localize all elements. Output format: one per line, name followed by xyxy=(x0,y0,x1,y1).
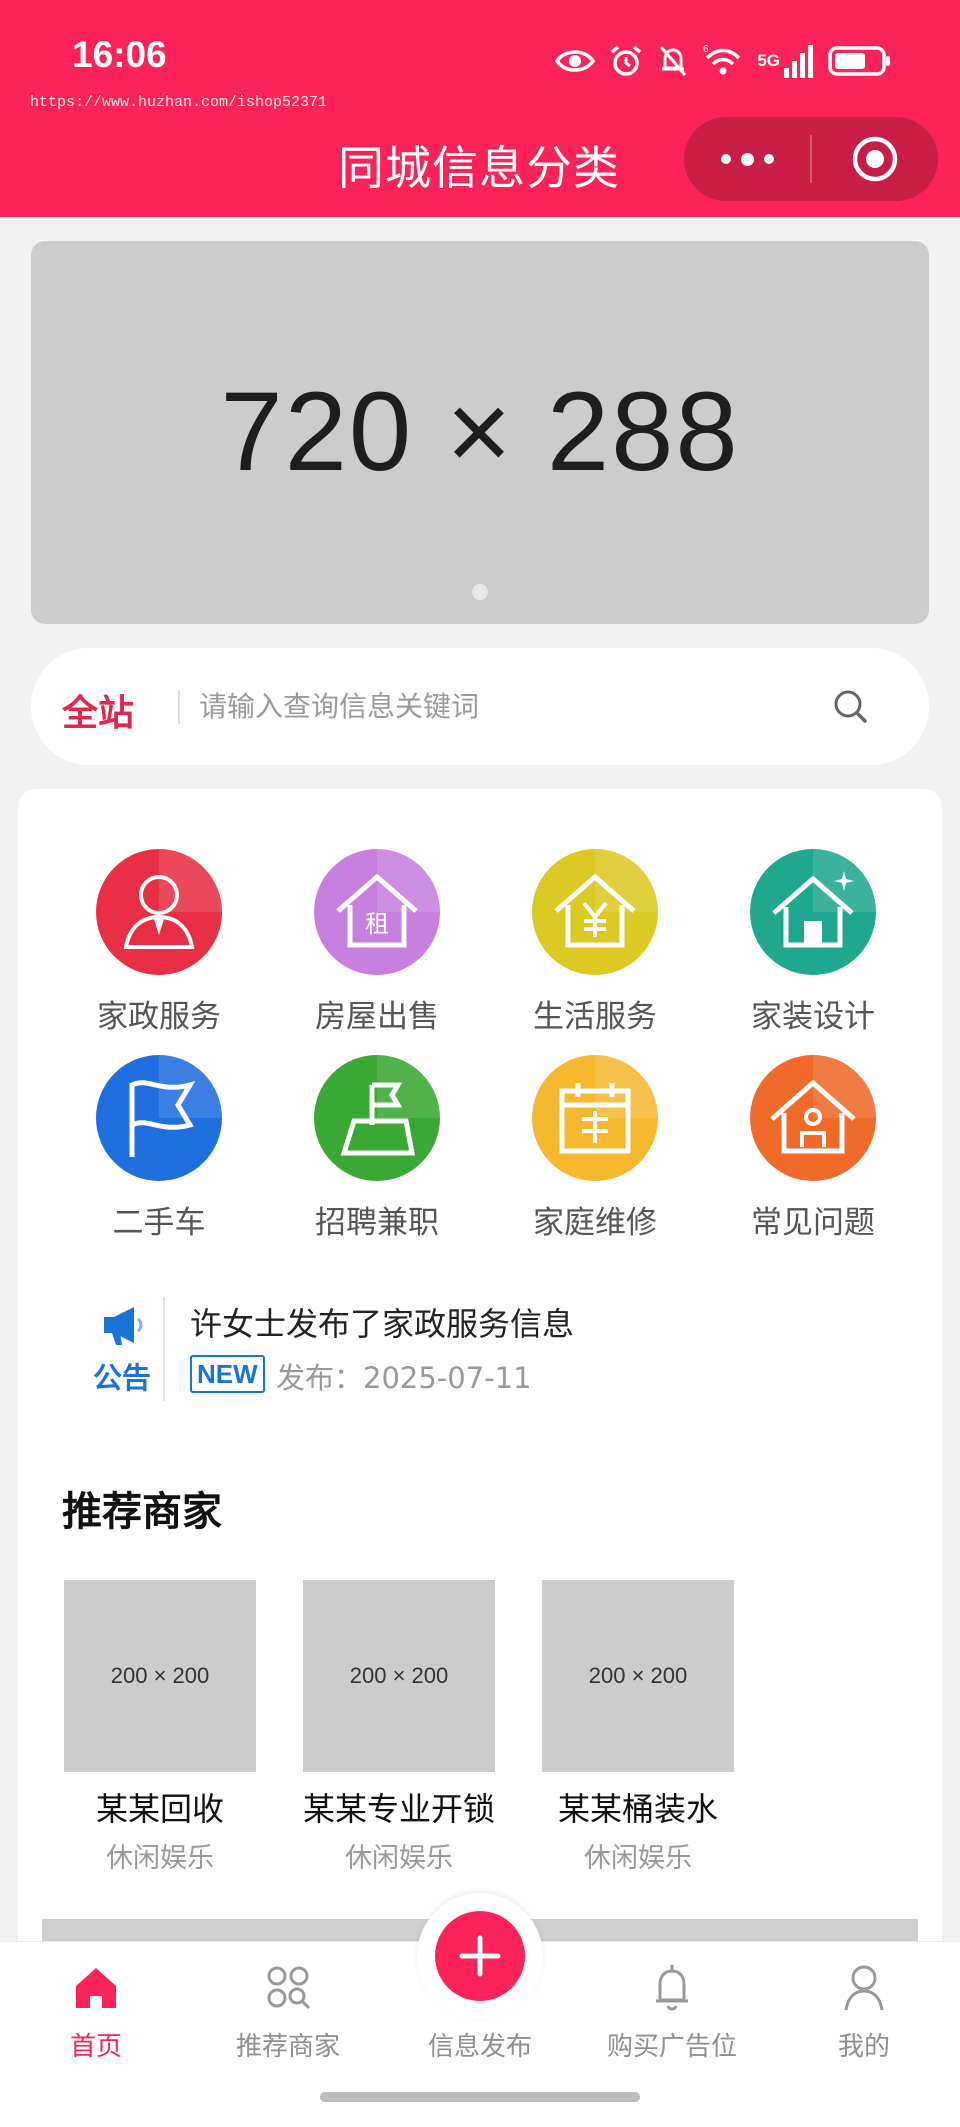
alarm-icon xyxy=(611,45,642,76)
eye-icon xyxy=(555,50,596,72)
category-label: 家庭维修 xyxy=(533,1205,657,1241)
search-icon[interactable] xyxy=(831,687,871,727)
notice-tag: 公告 xyxy=(92,1361,151,1395)
category-label: 招聘兼职 xyxy=(315,1205,439,1241)
yuan-house-icon xyxy=(532,849,658,975)
user-icon xyxy=(844,1965,884,2011)
url-watermark: https://www.huzhan.com/ishop52371 xyxy=(30,94,328,111)
category-label: 二手车 xyxy=(112,1205,206,1241)
merchant-category: 休闲娱乐 xyxy=(584,1843,692,1874)
search-scope[interactable]: 全站 xyxy=(62,684,134,736)
merchant-name: 某某专业开锁 xyxy=(302,1790,495,1828)
tab-label: 购买广告位 xyxy=(606,2032,737,2062)
wifi-icon: 6 xyxy=(703,44,741,75)
housekeeper-icon xyxy=(96,849,222,975)
merchant-card[interactable]: 200 × 200 某某专业开锁 休闲娱乐 xyxy=(280,1580,518,1875)
new-badge: NEW xyxy=(190,1355,265,1393)
publish-button[interactable] xyxy=(435,1911,525,2001)
plus-icon xyxy=(459,1935,501,1977)
tab-recommended-merchants[interactable]: 推荐商家 xyxy=(192,1960,384,2063)
tab-label: 首页 xyxy=(69,2032,122,2062)
merchant-name: 某某桶装水 xyxy=(557,1790,718,1828)
category-housekeeping[interactable]: 家政服务 xyxy=(50,849,268,1036)
search-divider xyxy=(178,690,180,724)
search-input[interactable] xyxy=(199,678,819,734)
mute-bell-icon xyxy=(660,46,687,76)
status-icons: 6 5G xyxy=(555,38,892,84)
category-house-sale[interactable]: 租 房屋出售 xyxy=(268,849,486,1036)
network-label: 5G xyxy=(757,51,780,70)
sparkle-house-icon xyxy=(750,849,876,975)
category-used-car[interactable]: 二手车 xyxy=(50,1055,268,1242)
rent-house-icon: 租 xyxy=(314,849,440,975)
flag-field-icon xyxy=(314,1055,440,1181)
app-header: 16:06 6 5G https://www.huzhan.com/ishop5… xyxy=(0,0,960,217)
more-button[interactable] xyxy=(684,117,810,201)
category-label: 常见问题 xyxy=(751,1205,875,1241)
search-bar: 全站 xyxy=(31,648,929,765)
target-circle-icon xyxy=(852,136,898,182)
mini-program-capsule xyxy=(684,117,938,201)
calendar-box-icon xyxy=(532,1055,658,1181)
category-label: 家装设计 xyxy=(751,999,875,1035)
tab-home[interactable]: 首页 xyxy=(0,1960,192,2063)
apps-icon xyxy=(267,1966,311,2010)
battery-icon xyxy=(828,46,890,76)
svg-text:6: 6 xyxy=(703,44,709,55)
tab-buy-ad-slot[interactable]: 购买广告位 xyxy=(576,1960,768,2063)
notice-badge: 公告 xyxy=(72,1303,172,1397)
tab-label: 我的 xyxy=(837,2032,890,2062)
tab-label: 信息发布 xyxy=(427,2032,532,2062)
close-button[interactable] xyxy=(812,117,938,201)
banner-placeholder-text: 720 × 288 xyxy=(220,369,740,494)
category-label: 家政服务 xyxy=(97,999,221,1035)
merchant-category: 休闲娱乐 xyxy=(106,1843,214,1874)
notice-title[interactable]: 许女士发布了家政服务信息 xyxy=(190,1299,574,1345)
banner-carousel[interactable]: 720 × 288 xyxy=(31,241,929,624)
category-label: 生活服务 xyxy=(533,999,657,1035)
tab-mine[interactable]: 我的 xyxy=(768,1960,960,2063)
home-indicator[interactable] xyxy=(320,2092,640,2102)
category-recruitment[interactable]: 招聘兼职 xyxy=(268,1055,486,1242)
category-label: 房屋出售 xyxy=(315,999,439,1035)
notice-date: 发布：2025-07-11 xyxy=(276,1361,532,1395)
more-dots-icon xyxy=(716,152,779,166)
megaphone-icon xyxy=(104,1307,143,1345)
bell-icon xyxy=(656,1965,688,2011)
house-person-icon xyxy=(750,1055,876,1181)
tab-label: 推荐商家 xyxy=(235,2032,340,2062)
home-icon xyxy=(76,1968,116,2008)
flag-icon xyxy=(96,1055,222,1181)
signal-icon xyxy=(784,45,813,78)
svg-text:租: 租 xyxy=(365,910,389,938)
merchant-image: 200 × 200 xyxy=(64,1580,256,1772)
carousel-indicator xyxy=(472,584,488,600)
status-time: 16:06 xyxy=(72,34,167,75)
merchant-category: 休闲娱乐 xyxy=(345,1843,453,1874)
merchant-image: 200 × 200 xyxy=(542,1580,734,1772)
category-life-service[interactable]: 生活服务 xyxy=(486,849,704,1036)
main-card: 家政服务 租 房屋出售 生活服务 家装设计 二手车 招聘兼职 家庭维修 常见问题… xyxy=(18,789,942,1989)
merchant-name: 某某回收 xyxy=(95,1790,224,1828)
category-faq[interactable]: 常见问题 xyxy=(704,1055,922,1242)
section-title-recommended: 推荐商家 xyxy=(62,1489,222,1535)
notice-divider xyxy=(163,1297,165,1401)
merchant-card[interactable]: 200 × 200 某某桶装水 休闲娱乐 xyxy=(519,1580,757,1875)
category-decoration[interactable]: 家装设计 xyxy=(704,849,922,1036)
category-home-repair[interactable]: 家庭维修 xyxy=(486,1055,704,1242)
merchant-card[interactable]: 200 × 200 某某回收 休闲娱乐 xyxy=(41,1580,279,1875)
merchant-image: 200 × 200 xyxy=(303,1580,495,1772)
